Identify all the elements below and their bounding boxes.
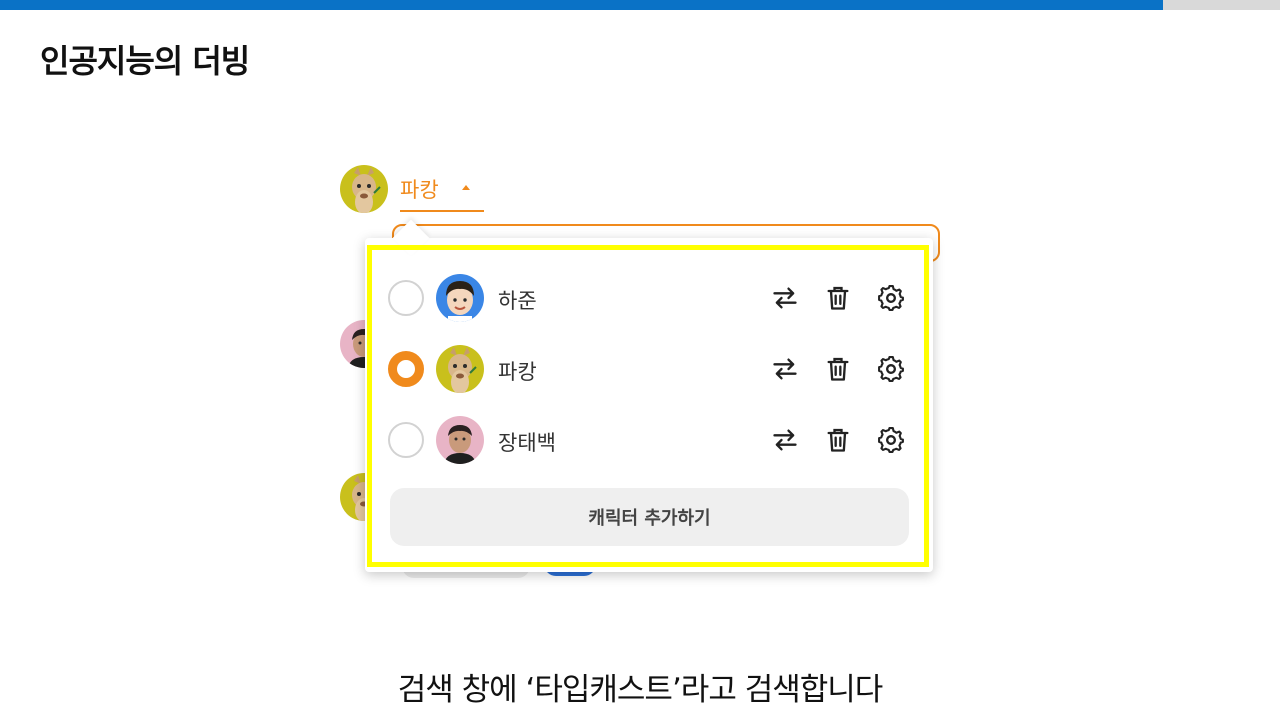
radio-button[interactable] [388,422,424,458]
character-row-hajun[interactable]: 하준 [388,273,908,323]
gear-icon[interactable] [877,426,905,454]
character-name: 파캉 [498,360,537,384]
selected-character-avatar [340,165,388,213]
trash-icon[interactable] [824,426,852,454]
llama-avatar-icon [436,345,484,393]
swap-icon[interactable] [771,284,799,312]
character-selector[interactable]: 파캉 [400,172,484,212]
slide-caption: 검색 창에 ‘타입캐스트’라고 검색합니다 [397,672,884,708]
slide-title: 인공지능의 더빙 [40,42,250,80]
swap-icon[interactable] [771,426,799,454]
top-accent-bar-end [1163,0,1280,10]
character-name: 장태백 [498,431,556,455]
man-avatar-icon [436,416,484,464]
swap-icon[interactable] [771,355,799,383]
character-name: 하준 [498,289,537,313]
trash-icon[interactable] [824,284,852,312]
selected-character-name: 파캉 [400,178,439,202]
radio-button[interactable] [388,280,424,316]
top-accent-bar [0,0,1163,10]
gear-icon[interactable] [877,355,905,383]
character-row-jangtaebaek[interactable]: 장태백 [388,415,908,465]
character-row-pakang[interactable]: 파캉 [388,344,908,394]
add-character-button[interactable]: 캐릭터 추가하기 [390,488,909,546]
gear-icon[interactable] [877,284,905,312]
boy-avatar-icon [436,274,484,322]
llama-avatar-icon [340,165,388,213]
caret-up-icon [462,185,470,190]
trash-icon[interactable] [824,355,852,383]
radio-button-selected[interactable] [388,351,424,387]
